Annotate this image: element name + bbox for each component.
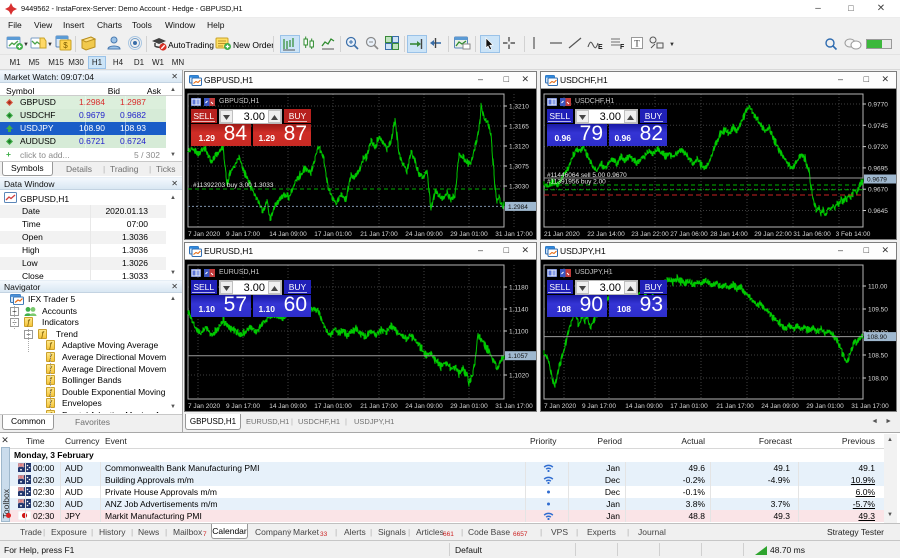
svg-text:31 Jan 06:00: 31 Jan 06:00 <box>793 231 831 238</box>
svg-text:17 Jan 01:00: 17 Jan 01:00 <box>670 403 708 410</box>
svg-text:110.00: 110.00 <box>868 284 888 291</box>
svg-text:1.3120: 1.3120 <box>509 144 529 151</box>
svg-text:1.3210: 1.3210 <box>509 104 529 111</box>
svg-text:14 Jan 09:00: 14 Jan 09:00 <box>269 231 307 238</box>
svg-text:1.3075: 1.3075 <box>509 164 529 171</box>
svg-text:3 Feb 14:00: 3 Feb 14:00 <box>836 231 871 238</box>
svg-text:17 Jan 01:00: 17 Jan 01:00 <box>314 403 352 410</box>
svg-text:0.9695: 0.9695 <box>868 165 888 172</box>
svg-text:1.1140: 1.1140 <box>509 307 529 314</box>
svg-text:29 Jan 01:00: 29 Jan 01:00 <box>450 231 488 238</box>
svg-text:31 Jan 17:00: 31 Jan 17:00 <box>495 231 533 238</box>
svg-text:28 Jan 14:00: 28 Jan 14:00 <box>710 231 748 238</box>
svg-text:109.50: 109.50 <box>868 307 888 314</box>
svg-text:$: $ <box>63 41 68 50</box>
svg-text:7 Jan 2020: 7 Jan 2020 <box>188 403 221 410</box>
svg-text:24 Jan 09:00: 24 Jan 09:00 <box>761 403 799 410</box>
svg-text:0.9745: 0.9745 <box>868 123 888 130</box>
svg-text:0.9720: 0.9720 <box>868 144 888 151</box>
svg-text:14 Jan 09:00: 14 Jan 09:00 <box>625 403 663 410</box>
svg-text:9 Jan 17:00: 9 Jan 17:00 <box>226 403 260 410</box>
svg-text:17 Jan 01:00: 17 Jan 01:00 <box>314 231 352 238</box>
svg-text:21 Jan 2020: 21 Jan 2020 <box>544 231 580 238</box>
svg-text:T: T <box>634 39 640 49</box>
svg-text:0.9645: 0.9645 <box>868 208 888 215</box>
svg-text:1.1100: 1.1100 <box>509 329 529 336</box>
svg-text:0.9679: 0.9679 <box>867 177 887 184</box>
svg-text:7 Jan 2020: 7 Jan 2020 <box>544 403 577 410</box>
svg-text:#11392203 buy 3.00 1.3033: #11392203 buy 3.00 1.3033 <box>193 182 274 189</box>
svg-text:29 Jan 01:00: 29 Jan 01:00 <box>806 403 844 410</box>
svg-text:31 Jan 17:00: 31 Jan 17:00 <box>851 403 889 410</box>
svg-text:31 Jan 17:00: 31 Jan 17:00 <box>495 403 533 410</box>
svg-text:1.3165: 1.3165 <box>509 124 529 131</box>
svg-text:1.3030: 1.3030 <box>509 184 529 191</box>
svg-text:24 Jan 09:00: 24 Jan 09:00 <box>405 231 443 238</box>
svg-text:F: F <box>620 44 625 51</box>
svg-text:29 Jan 22:00: 29 Jan 22:00 <box>754 231 792 238</box>
svg-text:9 Jan 17:00: 9 Jan 17:00 <box>226 231 260 238</box>
svg-text:29 Jan 01:00: 29 Jan 01:00 <box>450 403 488 410</box>
svg-text:108.90: 108.90 <box>867 334 887 341</box>
svg-text:21 Jan 17:00: 21 Jan 17:00 <box>716 403 754 410</box>
svg-text:21 Jan 17:00: 21 Jan 17:00 <box>360 231 398 238</box>
svg-text:1.1057: 1.1057 <box>508 353 528 360</box>
svg-text:0.9770: 0.9770 <box>868 102 888 109</box>
svg-text:22 Jan 14:00: 22 Jan 14:00 <box>587 231 625 238</box>
svg-text:#11391956 buy 2.00: #11391956 buy 2.00 <box>547 179 606 186</box>
svg-text:7 Jan 2020: 7 Jan 2020 <box>188 231 221 238</box>
svg-text:E: E <box>598 44 603 51</box>
svg-text:1.1020: 1.1020 <box>509 373 529 380</box>
svg-text:9 Jan 17:00: 9 Jan 17:00 <box>582 403 616 410</box>
svg-text:21 Jan 17:00: 21 Jan 17:00 <box>360 403 398 410</box>
svg-text:14 Jan 09:00: 14 Jan 09:00 <box>269 403 307 410</box>
svg-text:1.1180: 1.1180 <box>509 285 529 292</box>
svg-text:23 Jan 22:00: 23 Jan 22:00 <box>631 231 669 238</box>
svg-text:108.00: 108.00 <box>868 376 888 383</box>
svg-text:24 Jan 09:00: 24 Jan 09:00 <box>405 403 443 410</box>
svg-text:0.9670: 0.9670 <box>868 187 888 194</box>
svg-text:27 Jan 06:00: 27 Jan 06:00 <box>670 231 708 238</box>
svg-text:108.50: 108.50 <box>868 353 888 360</box>
svg-text:1.2984: 1.2984 <box>508 204 528 211</box>
